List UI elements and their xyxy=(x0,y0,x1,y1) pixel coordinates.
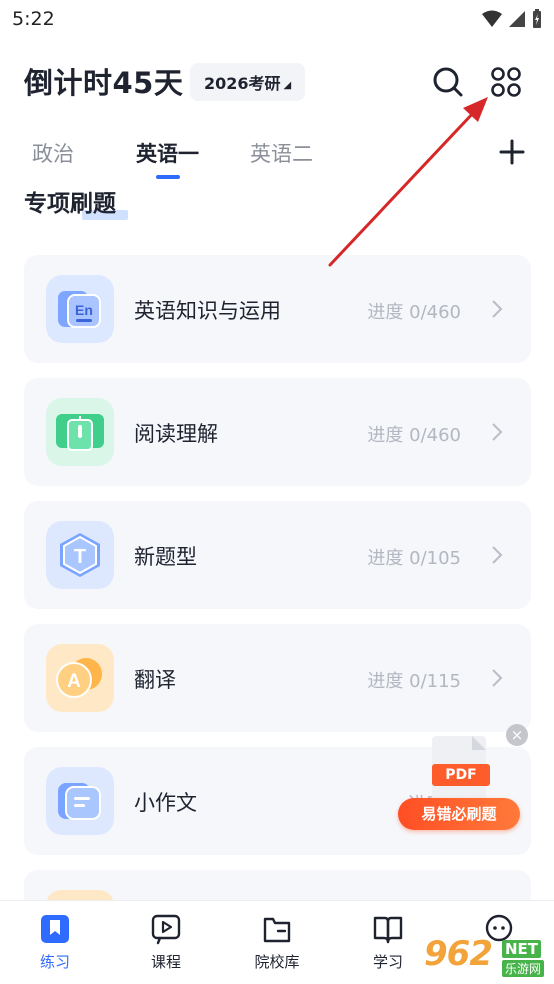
pdf-label: PDF xyxy=(432,764,490,786)
status-icons xyxy=(482,9,542,29)
tab-english-two[interactable]: 英语二 xyxy=(250,138,313,168)
card-title: 英语知识与运用 xyxy=(134,299,281,323)
short-essay-icon xyxy=(46,767,114,835)
watermark-sub: 乐游网 xyxy=(502,960,545,977)
battery-icon xyxy=(533,9,541,28)
nav-school-library[interactable]: 院校库 xyxy=(237,913,317,972)
apps-grid-icon[interactable] xyxy=(488,64,524,100)
chevron-right-icon xyxy=(492,300,503,318)
card-progress: 进度 0/460 xyxy=(367,302,461,323)
practice-card[interactable]: En 英语知识与运用 进度 0/460 xyxy=(24,255,531,363)
card-progress: 进度 0/115 xyxy=(367,671,461,692)
exam-year-label: 2026考研 xyxy=(204,74,281,93)
english-knowledge-icon: En xyxy=(46,275,114,343)
status-time: 5:22 xyxy=(12,8,55,30)
add-subject-icon[interactable] xyxy=(496,136,528,168)
card-progress: 进度 0/105 xyxy=(367,548,461,569)
section-header: 专项刷题 xyxy=(24,184,128,220)
watermark-logo: 962 NET 乐游网 xyxy=(416,934,552,980)
tab-politics[interactable]: 政治 xyxy=(32,138,74,168)
svg-text:A: A xyxy=(67,671,81,692)
bookmark-icon xyxy=(41,915,69,943)
status-bar: 5:22 xyxy=(0,0,554,38)
nav-label: 院校库 xyxy=(254,953,300,971)
exam-year-selector[interactable]: 2026考研 ◢ xyxy=(190,63,306,101)
new-question-type-icon: T xyxy=(46,521,114,589)
watermark-net: NET xyxy=(502,940,542,958)
card-title: 新题型 xyxy=(134,545,197,569)
card-title: 翻译 xyxy=(134,668,176,692)
tab-english-one[interactable]: 英语一 xyxy=(136,138,199,168)
nav-practice[interactable]: 练习 xyxy=(15,913,95,972)
section-title: 专项刷题 xyxy=(24,191,116,217)
close-icon[interactable]: × xyxy=(506,724,528,746)
caret-down-icon: ◢ xyxy=(283,79,292,91)
floating-ad[interactable]: × PDF 易错必刷题 xyxy=(398,724,530,834)
ad-badge[interactable]: 易错必刷题 xyxy=(398,798,520,830)
svg-text:En: En xyxy=(75,302,93,318)
nav-label: 课程 xyxy=(150,953,181,971)
card-progress: 进度 0/460 xyxy=(367,425,461,446)
card-title: 小作文 xyxy=(134,791,197,815)
header: 倒计时45天 2026考研 ◢ xyxy=(0,58,554,106)
wifi-icon xyxy=(482,10,502,27)
chevron-right-icon xyxy=(492,669,503,687)
signal-icon xyxy=(509,11,525,27)
watermark-number: 962 xyxy=(424,934,493,974)
translation-icon: A xyxy=(46,644,114,712)
search-icon[interactable] xyxy=(430,64,466,100)
practice-card[interactable]: A 翻译 进度 0/115 xyxy=(24,624,531,732)
practice-card[interactable]: 阅读理解 进度 0/460 xyxy=(24,378,531,486)
card-title: 阅读理解 xyxy=(134,422,218,446)
school-folder-icon xyxy=(263,917,291,943)
subject-tabs: 政治 英语一 英语二 xyxy=(0,132,554,182)
countdown-title: 倒计时45天 xyxy=(24,66,184,100)
book-reading-icon xyxy=(46,398,114,466)
chevron-right-icon xyxy=(492,423,503,441)
nav-label: 练习 xyxy=(39,953,70,971)
svg-text:T: T xyxy=(74,546,86,568)
open-book-icon xyxy=(373,916,403,944)
practice-card[interactable]: T 新题型 进度 0/105 xyxy=(24,501,531,609)
course-play-icon xyxy=(151,914,181,945)
active-tab-indicator xyxy=(156,175,180,179)
chevron-right-icon xyxy=(492,546,503,564)
nav-course[interactable]: 课程 xyxy=(126,913,206,972)
